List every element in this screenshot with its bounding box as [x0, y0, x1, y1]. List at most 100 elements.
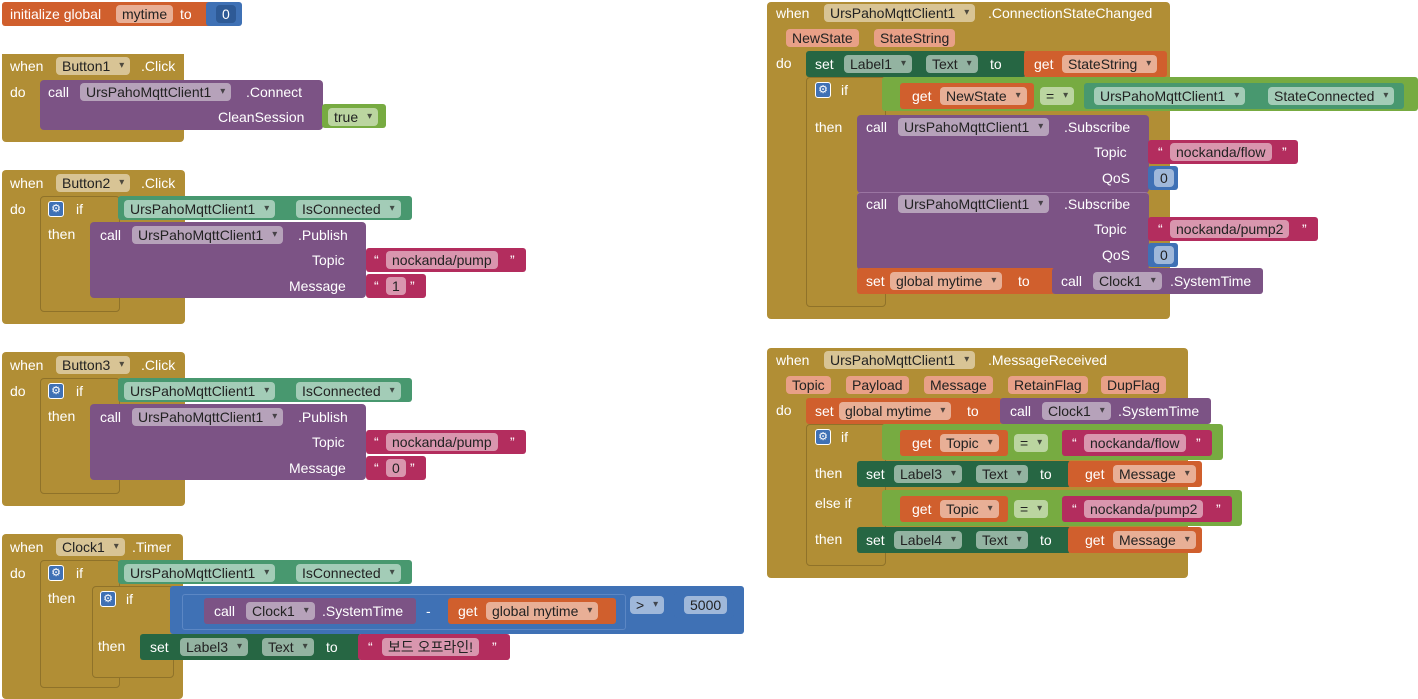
mqtt-component-dropdown[interactable]: UrsPahoMqttClient1 — [80, 83, 232, 101]
clock-component-dropdown[interactable]: Clock1 — [1093, 272, 1162, 290]
component-dropdown[interactable]: Button2 — [56, 174, 131, 192]
do-keyword: do — [10, 84, 26, 100]
then-keyword: then — [48, 408, 76, 424]
quote-icon: ” — [510, 434, 515, 450]
label-component-dropdown[interactable]: Label4 — [894, 531, 963, 549]
mqtt-component-dropdown[interactable]: UrsPahoMqttClient1 — [132, 226, 284, 244]
clock-component-dropdown[interactable]: Clock1 — [246, 602, 315, 620]
to-keyword: to — [1018, 273, 1030, 289]
property-dropdown[interactable]: Text — [976, 465, 1028, 483]
variable-dropdown[interactable]: global mytime — [890, 272, 1003, 290]
method-name: .Publish — [298, 227, 348, 243]
do-keyword: do — [10, 201, 26, 217]
mqtt-component-dropdown[interactable]: UrsPahoMqttClient1 — [124, 200, 276, 218]
param-message[interactable]: Message — [924, 376, 993, 394]
mqtt-component-dropdown[interactable]: UrsPahoMqttClient1 — [898, 118, 1050, 136]
mutator-gear-icon[interactable]: ⚙ — [815, 82, 831, 98]
set-keyword: set — [815, 56, 834, 72]
number-field[interactable]: 0 — [1154, 246, 1174, 264]
number-field[interactable]: 0 — [1154, 169, 1174, 187]
text-field[interactable]: nockanda/flow — [1084, 434, 1186, 452]
variable-dropdown[interactable]: Message — [1113, 465, 1196, 483]
property-dropdown[interactable]: Text — [976, 531, 1028, 549]
mutator-gear-icon[interactable]: ⚙ — [100, 591, 116, 607]
text-field[interactable]: nockanda/pump — [386, 433, 498, 451]
boolean-dropdown[interactable]: true — [328, 108, 379, 126]
equals-operator-dropdown[interactable]: = — [1040, 87, 1075, 105]
call-keyword: call — [214, 603, 236, 619]
component-dropdown[interactable]: UrsPahoMqttClient1 — [824, 4, 976, 22]
equals-operator-dropdown[interactable]: = — [1014, 434, 1049, 452]
param-retainflag[interactable]: RetainFlag — [1008, 376, 1088, 394]
variable-dropdown[interactable]: StateString — [1062, 55, 1158, 73]
set-label3-block[interactable] — [857, 461, 1071, 487]
param-payload[interactable]: Payload — [846, 376, 909, 394]
mutator-gear-icon[interactable]: ⚙ — [48, 565, 64, 581]
mutator-gear-icon[interactable]: ⚙ — [48, 383, 64, 399]
global-var-name-field[interactable]: mytime — [116, 5, 174, 23]
variable-dropdown[interactable]: Topic — [940, 434, 999, 452]
to-keyword: to — [1040, 466, 1052, 482]
topic-label: Topic — [312, 252, 345, 268]
number-field[interactable]: 0 — [216, 5, 236, 23]
text-field[interactable]: 0 — [386, 459, 406, 477]
do-keyword: do — [10, 565, 26, 581]
mqtt-component-dropdown[interactable]: UrsPahoMqttClient1 — [124, 564, 276, 582]
property-dropdown[interactable]: IsConnected — [296, 564, 401, 582]
label-component-dropdown[interactable]: Label3 — [894, 465, 963, 483]
component-dropdown[interactable]: Button3 — [56, 356, 131, 374]
mqtt-component-dropdown[interactable]: UrsPahoMqttClient1 — [898, 195, 1050, 213]
mutator-gear-icon[interactable]: ⚙ — [815, 429, 831, 445]
param-newstate[interactable]: NewState — [786, 29, 859, 47]
mqtt-component-dropdown[interactable]: UrsPahoMqttClient1 — [124, 382, 276, 400]
variable-dropdown[interactable]: Message — [1113, 531, 1196, 549]
quote-icon: “ — [368, 639, 373, 655]
equals-operator-dropdown[interactable]: = — [1014, 500, 1049, 518]
when-keyword: when — [10, 539, 44, 555]
param-topic[interactable]: Topic — [786, 376, 831, 394]
text-field[interactable]: 보드 오프라인! — [382, 638, 480, 656]
method-name: .Publish — [298, 409, 348, 425]
else-if-keyword: else if — [815, 495, 852, 511]
text-field[interactable]: nockanda/pump2 — [1170, 220, 1290, 238]
property-dropdown[interactable]: IsConnected — [296, 382, 401, 400]
property-dropdown[interactable]: StateConnected — [1268, 87, 1395, 105]
variable-dropdown[interactable]: global mytime — [486, 602, 599, 620]
set-label4-block[interactable] — [857, 527, 1071, 553]
get-keyword: get — [458, 603, 478, 619]
quote-icon: ” — [1196, 435, 1201, 451]
compare-operator-dropdown[interactable]: > — [630, 596, 665, 614]
qos-label: QoS — [1102, 247, 1131, 263]
when-keyword: when — [10, 58, 44, 74]
label-component-dropdown[interactable]: Label3 — [180, 638, 249, 656]
variable-dropdown[interactable]: global mytime — [839, 402, 952, 420]
component-dropdown[interactable]: UrsPahoMqttClient1 — [824, 351, 976, 369]
text-field[interactable]: nockanda/flow — [1170, 143, 1272, 161]
if-keyword: if — [76, 565, 83, 581]
param-statestring[interactable]: StateString — [874, 29, 956, 47]
property-dropdown[interactable]: Text — [262, 638, 314, 656]
set-keyword: set — [866, 532, 885, 548]
mutator-gear-icon[interactable]: ⚙ — [48, 201, 64, 217]
call-keyword: call — [48, 84, 70, 100]
message-label: Message — [289, 460, 346, 476]
param-dupflag[interactable]: DupFlag — [1101, 376, 1166, 394]
variable-dropdown[interactable]: Topic — [940, 500, 999, 518]
property-dropdown[interactable]: Text — [926, 55, 978, 73]
mqtt-component-dropdown[interactable]: UrsPahoMqttClient1 — [132, 408, 284, 426]
label-component-dropdown[interactable]: Label1 — [844, 55, 913, 73]
mqtt-component-dropdown[interactable]: UrsPahoMqttClient1 — [1094, 87, 1246, 105]
text-field[interactable]: 1 — [386, 277, 406, 295]
text-field[interactable]: nockanda/pump2 — [1084, 500, 1204, 518]
number-field[interactable]: 5000 — [684, 596, 728, 614]
component-dropdown[interactable]: Button1 — [56, 57, 131, 75]
variable-dropdown[interactable]: NewState — [940, 87, 1027, 105]
method-name: .SystemTime — [322, 603, 404, 619]
event-name: .Timer — [132, 539, 172, 555]
clock-component-dropdown[interactable]: Clock1 — [1042, 402, 1111, 420]
text-field[interactable]: nockanda/pump — [386, 251, 498, 269]
then-keyword: then — [48, 226, 76, 242]
component-dropdown[interactable]: Clock1 — [56, 538, 125, 556]
property-dropdown[interactable]: IsConnected — [296, 200, 401, 218]
quote-icon: “ — [1072, 435, 1077, 451]
